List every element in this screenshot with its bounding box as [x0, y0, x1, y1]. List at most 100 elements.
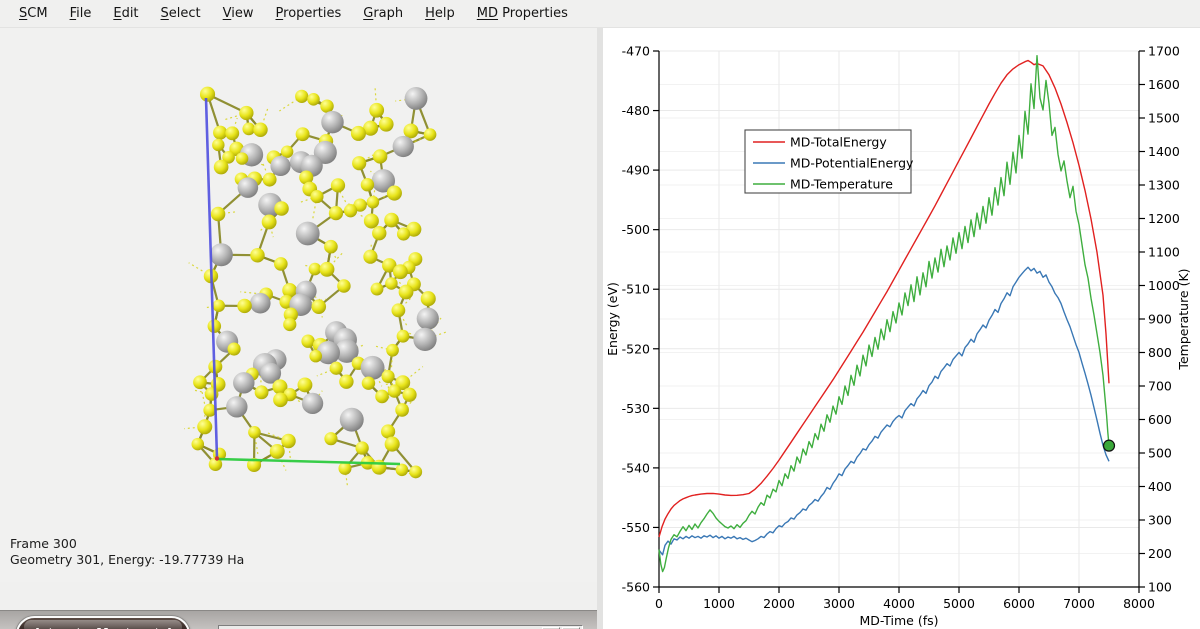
atom-yellow: [193, 375, 207, 389]
atom-yellow: [385, 437, 400, 452]
atom-yellow: [402, 388, 416, 402]
y-left-tick-label: -510: [622, 282, 650, 297]
x-tick-label: 8000: [1123, 596, 1155, 611]
y-right-tick-label: 900: [1148, 312, 1172, 327]
atom-gray: [296, 222, 320, 246]
y-right-tick-label: 1400: [1148, 144, 1180, 159]
frame-slider[interactable]: [218, 625, 583, 629]
atom-yellow: [375, 390, 389, 404]
atom-yellow: [283, 318, 296, 331]
y-right-tick-label: 1700: [1148, 44, 1180, 59]
atom-gray: [233, 372, 254, 393]
current-frame-marker[interactable]: [1104, 440, 1115, 451]
y-right-tick-label: 1200: [1148, 211, 1180, 226]
play-forward-button[interactable]: [121, 625, 146, 629]
menu-view[interactable]: View: [214, 2, 263, 25]
y-right-tick-label: 600: [1148, 412, 1172, 427]
atom-yellow: [242, 123, 255, 136]
atom-yellow: [281, 434, 295, 448]
atom-gray: [393, 136, 414, 157]
atom-yellow: [369, 103, 384, 118]
menu-help[interactable]: Help: [416, 2, 464, 25]
y-left-tick-label: -540: [622, 460, 650, 475]
atom-yellow: [274, 257, 288, 271]
atom-yellow: [281, 146, 293, 158]
atom-yellow: [197, 419, 212, 434]
atom-yellow: [396, 464, 409, 477]
atom-yellow: [386, 344, 399, 357]
menu-md-properties[interactable]: MD Properties: [468, 2, 577, 25]
atom-yellow: [355, 441, 368, 454]
atom-yellow: [331, 178, 345, 192]
cell-origin: [215, 456, 219, 460]
y-left-tick-label: -550: [622, 520, 650, 535]
atom-yellow: [351, 126, 366, 141]
y-left-tick-label: -470: [622, 44, 650, 59]
menu-select[interactable]: Select: [152, 2, 210, 25]
atom-gray: [405, 87, 428, 110]
atom-yellow: [337, 279, 350, 292]
atom-yellow: [211, 207, 225, 221]
atom-yellow: [381, 424, 395, 438]
menu-properties[interactable]: Properties: [267, 2, 351, 25]
atom-yellow: [424, 128, 437, 141]
atom-gray: [340, 408, 364, 432]
atom-yellow: [361, 178, 374, 191]
x-tick-label: 1000: [703, 596, 735, 611]
atom-yellow: [295, 90, 308, 103]
atom-gray: [226, 396, 247, 417]
series-md-potentialenergy: [659, 267, 1109, 555]
x-tick-label: 6000: [1003, 596, 1035, 611]
skip-to-end-button[interactable]: [151, 625, 176, 629]
pause-button[interactable]: [91, 625, 116, 629]
chart-panel: -470-480-490-500-510-520-530-540-550-560…: [603, 28, 1200, 629]
geometry-energy-label: Geometry 301, Energy: -19.77739 Ha: [10, 552, 244, 568]
y-left-tick-label: -530: [622, 401, 650, 416]
atom-yellow: [212, 139, 224, 151]
menu-file[interactable]: File: [61, 2, 101, 25]
molecule-viewer[interactable]: Frame 300 Geometry 301, Energy: -19.7773…: [0, 28, 597, 582]
atom-yellow: [391, 303, 405, 317]
menu-scm[interactable]: SCM: [10, 2, 57, 25]
molecule-canvas[interactable]: [0, 28, 597, 582]
menu-edit[interactable]: Edit: [104, 2, 147, 25]
atom-yellow: [298, 377, 313, 392]
atom-yellow: [212, 299, 225, 312]
atom-gray: [302, 393, 323, 414]
atom-yellow: [372, 226, 386, 240]
play-backward-button[interactable]: [61, 625, 86, 629]
legend-label: MD-TotalEnergy: [790, 135, 887, 150]
atom-gray: [361, 356, 385, 380]
y-left-tick-label: -500: [622, 222, 650, 237]
y-right-tick-label: 1100: [1148, 245, 1180, 260]
atom-yellow: [324, 240, 338, 254]
atom-yellow: [397, 330, 410, 343]
atom-yellow: [381, 370, 394, 383]
atom-gray: [413, 328, 436, 351]
atom-yellow: [311, 299, 326, 314]
atom-yellow: [395, 403, 409, 417]
frame-label: Frame 300: [10, 536, 244, 552]
atom-yellow: [320, 262, 335, 277]
atom-yellow: [379, 117, 394, 132]
atom-yellow: [213, 126, 227, 140]
legend-label: MD-PotentialEnergy: [790, 156, 914, 171]
y-left-tick-label: -490: [622, 163, 650, 178]
atom-yellow: [399, 285, 414, 300]
menu-graph[interactable]: Graph: [354, 2, 412, 25]
atom-yellow: [228, 342, 241, 355]
atom-yellow: [384, 213, 399, 228]
atom-yellow: [262, 215, 277, 230]
atom-yellow: [324, 432, 337, 445]
atom-yellow: [263, 173, 277, 187]
y-right-tick-label: 500: [1148, 446, 1172, 461]
y-left-tick-label: -560: [622, 580, 650, 595]
atom-gray: [250, 293, 271, 314]
skip-to-start-button[interactable]: [31, 625, 56, 629]
atom-yellow: [255, 385, 269, 399]
atom-yellow: [364, 213, 379, 228]
atom-yellow: [421, 291, 436, 306]
atom-yellow: [248, 426, 261, 439]
player-button-group: [16, 616, 190, 629]
atom-yellow: [253, 123, 267, 137]
